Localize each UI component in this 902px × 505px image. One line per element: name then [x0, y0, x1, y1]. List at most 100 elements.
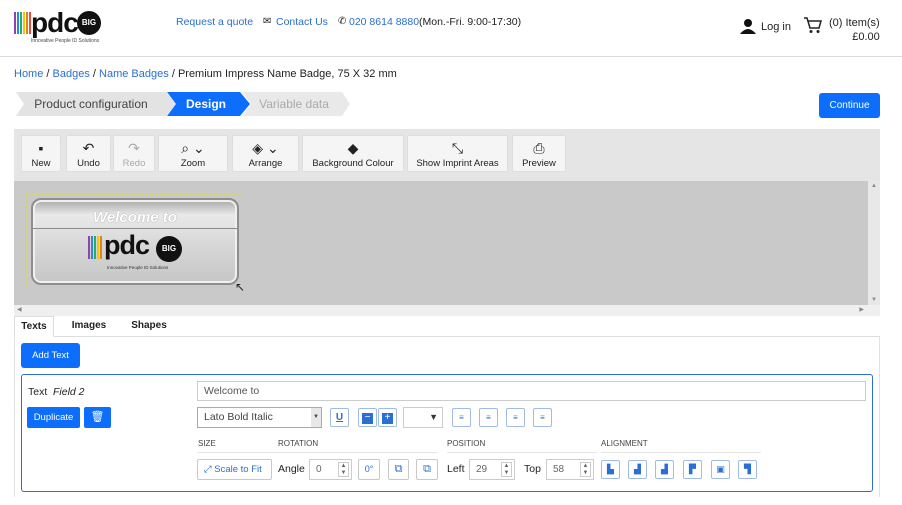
vertical-scrollbar[interactable]: ▲ ▼ — [868, 181, 880, 305]
text-value-input[interactable] — [197, 381, 866, 401]
cart-items: (0) Item(s) — [829, 17, 880, 29]
align-left-icon[interactable]: ≡ — [452, 408, 471, 427]
add-text-button[interactable]: Add Text — [21, 343, 80, 368]
align-top-right-icon[interactable]: ▜ — [738, 460, 757, 479]
align-bottom-right-icon[interactable]: ▟ — [655, 460, 674, 479]
text-selection-line — [33, 228, 237, 229]
angle-input[interactable]: 0 ▲ ▼ — [309, 459, 352, 480]
user-icon — [740, 19, 756, 34]
redo-icon: ↷ — [128, 140, 140, 156]
horizontal-scrollbar[interactable]: ◀ ▶ — [14, 305, 880, 316]
left-spinner[interactable]: ▲ ▼ — [501, 462, 512, 477]
panel-left-border — [14, 337, 15, 497]
divider — [601, 452, 761, 453]
breadcrumb-name-badges[interactable]: Name Badges — [99, 68, 169, 80]
envelope-icon: ✉ — [263, 16, 272, 27]
angle-value: 0 — [316, 464, 322, 475]
layers-icon: ◈ ⌄ — [252, 140, 279, 156]
phone-icon: ✆ — [338, 16, 347, 27]
plus-icon[interactable]: + — [378, 408, 397, 427]
font-select[interactable]: Lato Bold Italic ▼ — [197, 407, 322, 428]
cart-button[interactable]: (0) Item(s) £0.00 — [803, 16, 880, 44]
undo-label: Undo — [77, 158, 100, 169]
redo-button[interactable]: ↷ Redo — [113, 135, 155, 172]
logo-big-badge: BIG — [77, 11, 101, 35]
phone-link[interactable]: 020 8614 8880 — [349, 16, 419, 28]
minus-icon[interactable]: − — [358, 408, 377, 427]
redo-label: Redo — [122, 158, 146, 169]
breadcrumb-separator: / — [46, 68, 50, 80]
contact-us-link[interactable]: Contact Us — [276, 16, 328, 28]
breadcrumb: Home / Badges / Name Badges / Premium Im… — [14, 68, 397, 80]
align-justify-icon[interactable]: ≡ — [533, 408, 552, 427]
position-section-label: Position — [447, 439, 486, 448]
left-input[interactable]: 29 ▲ ▼ — [469, 459, 515, 480]
angle-spinner[interactable]: ▲ ▼ — [338, 462, 349, 477]
badge-welcome-text[interactable]: Welcome to — [31, 209, 239, 226]
rotate-right-icon[interactable]: ⧉ — [416, 459, 438, 480]
chevron-down-icon: ▼ — [311, 408, 321, 427]
step-variable-data[interactable]: Variable data — [250, 92, 338, 116]
login-link[interactable]: Log in — [740, 19, 791, 34]
top-value: 58 — [553, 464, 565, 475]
field-name: Field 2 — [53, 386, 85, 398]
request-quote-link[interactable]: Request a quote — [176, 16, 253, 28]
background-colour-button[interactable]: ◆ Background Colour — [302, 135, 404, 172]
arrange-label: Arrange — [248, 158, 283, 169]
badge-logo-big: BIG — [156, 236, 182, 262]
imprint-label: Show Imprint Areas — [416, 158, 499, 169]
scale-to-fit-label: Scale to Fit — [214, 464, 262, 475]
logo-text[interactable]: pdc — [31, 7, 79, 39]
badge-logo-bars — [88, 236, 103, 259]
element-tabs: Texts Images Shapes — [14, 316, 880, 337]
badge-logo-text: pdc — [104, 230, 150, 260]
divider — [197, 452, 438, 453]
new-button[interactable]: ▪ New — [21, 135, 61, 172]
trash-icon[interactable]: 🗑 — [84, 407, 111, 428]
breadcrumb-separator: / — [171, 68, 175, 80]
paint-bucket-icon: ◆ — [347, 140, 359, 156]
left-value: 29 — [476, 464, 488, 475]
underline-icon[interactable]: U — [330, 408, 349, 427]
scale-to-fit-button[interactable]: ⤢ Scale to Fit — [197, 459, 272, 480]
badge-logo-tagline: Innovative People ID Solutions — [107, 265, 169, 270]
show-imprint-areas-button[interactable]: ⤡ Show Imprint Areas — [407, 135, 508, 172]
top-spinner[interactable]: ▲ ▼ — [580, 462, 591, 477]
size-section-label: Size — [198, 439, 216, 448]
top-input[interactable]: 58 ▲ ▼ — [546, 459, 594, 480]
tab-shapes[interactable]: Shapes — [124, 316, 174, 337]
new-label: New — [31, 158, 51, 169]
preview-button[interactable]: ⎙ Preview — [512, 135, 566, 172]
site-header: pdc BIG Innovative People ID Solutions R… — [0, 0, 902, 57]
rotate-left-icon[interactable]: ⧉ — [388, 459, 409, 480]
font-select-value: Lato Bold Italic — [204, 411, 273, 423]
zoom-button[interactable]: ⌕ ⌄ Zoom — [158, 135, 228, 172]
align-center-icon[interactable]: ≡ — [479, 408, 498, 427]
new-document-icon: ▪ — [38, 140, 44, 156]
font-size-select[interactable]: ▼ — [403, 407, 443, 428]
align-right-icon[interactable]: ≡ — [506, 408, 525, 427]
tab-texts[interactable]: Texts — [14, 316, 54, 337]
background-colour-label: Background Colour — [312, 158, 394, 169]
alignment-section-label: Alignment — [601, 439, 648, 448]
mouse-cursor: ↖ — [235, 280, 246, 294]
undo-button[interactable]: ↶ Undo — [66, 135, 111, 172]
align-middle-icon[interactable]: ▣ — [711, 460, 730, 479]
duplicate-button[interactable]: Duplicate — [27, 407, 80, 428]
angle-label: Angle — [278, 463, 305, 475]
continue-button[interactable]: Continue — [819, 93, 880, 118]
align-top-left-icon[interactable]: ▛ — [683, 460, 702, 479]
breadcrumb-home[interactable]: Home — [14, 68, 43, 80]
top-label: Top — [524, 463, 541, 475]
step-design[interactable]: Design — [172, 92, 240, 116]
tab-images[interactable]: Images — [64, 316, 114, 337]
divider — [447, 452, 597, 453]
expand-icon: ⤢ — [204, 464, 212, 475]
breadcrumb-badges[interactable]: Badges — [53, 68, 90, 80]
magnifier-icon: ⌕ ⌄ — [181, 140, 205, 156]
align-bottom-center-icon[interactable]: ▟ — [628, 460, 647, 479]
arrange-button[interactable]: ◈ ⌄ Arrange — [232, 135, 299, 172]
align-bottom-left-icon[interactable]: ▙ — [601, 460, 620, 479]
reset-rotation-button[interactable]: 0° — [358, 459, 380, 480]
step-product-configuration[interactable]: Product configuration — [20, 92, 162, 116]
